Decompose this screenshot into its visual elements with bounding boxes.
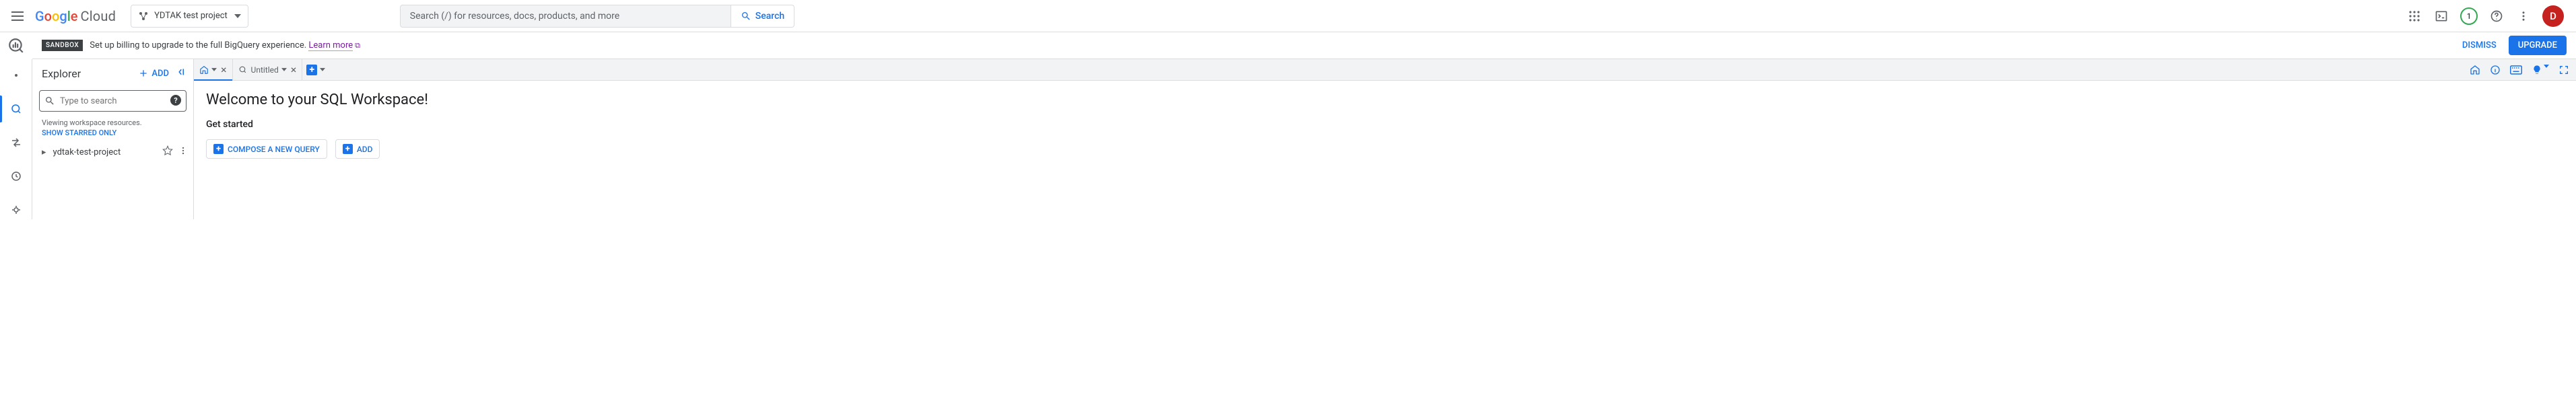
dismiss-button[interactable]: DISMISS xyxy=(2462,40,2497,50)
close-icon[interactable]: × xyxy=(221,63,227,76)
logo-cloud: Cloud xyxy=(81,8,116,24)
more-icon[interactable] xyxy=(2515,8,2532,24)
banner-text: Set up billing to upgrade to the full Bi… xyxy=(90,40,360,50)
close-icon[interactable]: × xyxy=(291,63,297,76)
external-icon: ⧉ xyxy=(355,41,360,50)
add-button[interactable]: +ADD xyxy=(335,139,380,159)
rail-reservations[interactable] xyxy=(7,200,26,219)
banner-row: SANDBOX Set up billing to upgrade to the… xyxy=(0,32,2576,59)
search-button[interactable]: Search xyxy=(731,5,794,28)
tree-node-label: ydtak-test-project xyxy=(53,147,121,157)
viewing-info: Viewing workspace resources. xyxy=(32,114,193,128)
left-rail xyxy=(0,59,32,219)
dropdown-icon[interactable] xyxy=(211,68,217,71)
tab-label: Untitled xyxy=(251,65,279,75)
search-input[interactable]: Search (/) for resources, docs, products… xyxy=(400,5,731,28)
home-shortcut-icon[interactable] xyxy=(2470,65,2480,75)
explorer-search-input[interactable] xyxy=(39,90,187,112)
menu-icon[interactable] xyxy=(9,8,26,24)
dropdown-icon[interactable] xyxy=(281,68,287,71)
dropdown-icon[interactable] xyxy=(320,68,325,71)
content-area: Welcome to your SQL Workspace! Get start… xyxy=(194,81,2576,169)
tabstrip-actions xyxy=(2470,59,2576,80)
bigquery-service-icon[interactable] xyxy=(0,37,32,54)
query-icon xyxy=(238,65,247,74)
body: Explorer ADD ? Viewing workspace resourc… xyxy=(0,59,2576,219)
explorer-panel: Explorer ADD ? Viewing workspace resourc… xyxy=(32,59,194,219)
tab-untitled[interactable]: Untitled × xyxy=(233,59,303,80)
tab-strip: × Untitled × + xyxy=(194,59,2576,81)
explorer-header: Explorer ADD xyxy=(32,59,193,87)
search-icon xyxy=(44,96,55,106)
explorer-search: ? xyxy=(39,90,187,112)
help-icon[interactable] xyxy=(2488,8,2505,24)
sandbox-badge: SANDBOX xyxy=(42,40,83,51)
tab-home[interactable]: × xyxy=(194,59,233,80)
notifications-badge[interactable]: 1 xyxy=(2460,7,2478,25)
welcome-title: Welcome to your SQL Workspace! xyxy=(206,91,2564,108)
tab-new: + xyxy=(302,59,329,80)
show-starred-link[interactable]: SHOW STARRED ONLY xyxy=(32,128,193,143)
apps-icon[interactable] xyxy=(2406,8,2422,24)
new-tab-button[interactable]: + xyxy=(306,65,317,75)
rail-dot[interactable] xyxy=(7,66,26,85)
upgrade-button[interactable]: UPGRADE xyxy=(2509,36,2567,55)
top-header: Google Cloud YDTAK test project Search (… xyxy=(0,0,2576,32)
info-icon[interactable] xyxy=(2490,65,2501,75)
sandbox-banner: SANDBOX Set up billing to upgrade to the… xyxy=(32,32,2576,59)
tree-project-node[interactable]: ▸ ydtak-test-project xyxy=(32,143,193,161)
logo[interactable]: Google Cloud xyxy=(35,8,116,24)
lightbulb-icon[interactable] xyxy=(2532,65,2549,75)
home-icon xyxy=(199,65,209,75)
project-picker[interactable]: YDTAK test project xyxy=(131,5,248,28)
fullscreen-icon[interactable] xyxy=(2558,65,2569,75)
collapse-panel-icon[interactable] xyxy=(176,66,188,81)
compose-query-button[interactable]: +COMPOSE A NEW QUERY xyxy=(206,139,327,159)
search-help-icon[interactable]: ? xyxy=(170,95,181,106)
more-icon[interactable] xyxy=(178,146,188,158)
project-name: YDTAK test project xyxy=(154,11,228,21)
expand-icon[interactable]: ▸ xyxy=(42,147,46,157)
rail-transfers[interactable] xyxy=(7,133,26,152)
get-started-heading: Get started xyxy=(206,119,2564,130)
avatar[interactable]: D xyxy=(2542,5,2564,27)
star-icon[interactable] xyxy=(162,145,173,159)
rail-sql-workspace[interactable] xyxy=(7,100,26,118)
project-icon xyxy=(138,11,149,22)
add-button[interactable]: ADD xyxy=(138,68,169,79)
main-area: × Untitled × + Welcome to your SQL Work xyxy=(194,59,2576,219)
rail-scheduled[interactable] xyxy=(7,167,26,186)
search-icon xyxy=(741,11,751,22)
learn-more-link[interactable]: Learn more xyxy=(308,40,353,51)
cloud-shell-icon[interactable] xyxy=(2433,8,2449,24)
header-utilities: 1 D xyxy=(2406,5,2568,27)
keyboard-icon[interactable] xyxy=(2510,65,2522,75)
dropdown-icon xyxy=(234,14,241,18)
search-wrap: Search (/) for resources, docs, products… xyxy=(400,5,794,28)
explorer-title: Explorer xyxy=(42,67,81,80)
